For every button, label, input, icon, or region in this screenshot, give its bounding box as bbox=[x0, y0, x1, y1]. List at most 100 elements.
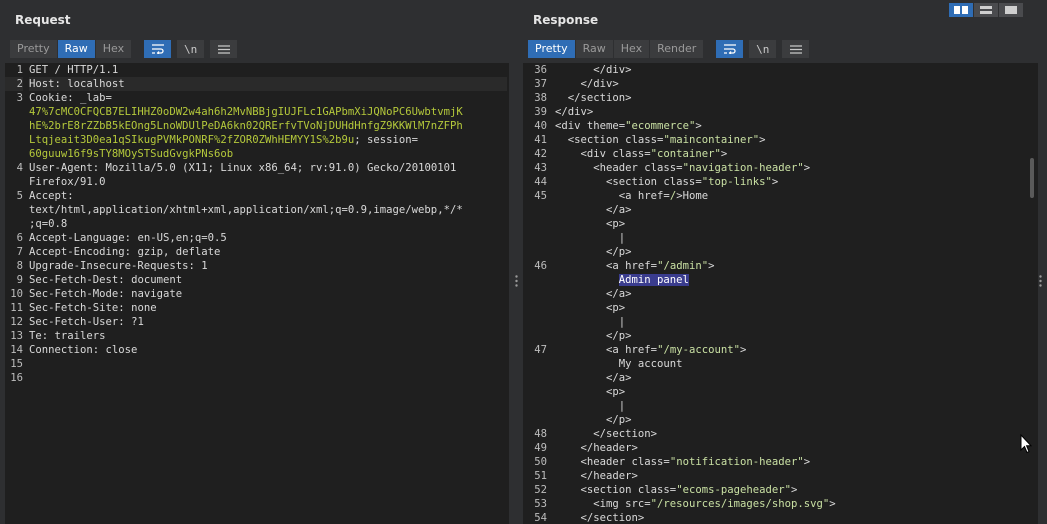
code-line[interactable]: </a> bbox=[555, 287, 1023, 301]
code-line[interactable]: <p> bbox=[555, 217, 1023, 231]
code-token: > bbox=[720, 148, 728, 160]
pane-divider[interactable] bbox=[509, 63, 523, 524]
code-token: "ecommerce" bbox=[625, 120, 696, 132]
response-tab-raw[interactable]: Raw bbox=[575, 40, 614, 58]
code-line[interactable]: <header class="notification-header"> bbox=[555, 455, 1023, 469]
code-line[interactable]: User-Agent: Mozilla/5.0 (X11; Linux x86_… bbox=[29, 161, 507, 175]
code-line[interactable]: </header> bbox=[555, 469, 1023, 483]
code-token: "notification-header" bbox=[669, 456, 804, 468]
code-line[interactable]: </div> bbox=[555, 63, 1023, 77]
line-number: 4 bbox=[16, 162, 23, 174]
code-line[interactable] bbox=[29, 357, 507, 371]
tabbed-layout-icon[interactable] bbox=[999, 3, 1023, 17]
request-tab-hex[interactable]: Hex bbox=[95, 40, 133, 58]
code-line[interactable]: | bbox=[555, 399, 1023, 413]
response-tab-render[interactable]: Render bbox=[650, 40, 705, 58]
drag-handle-icon[interactable] bbox=[515, 275, 518, 287]
code-line[interactable]: My account bbox=[555, 357, 1023, 371]
code-token: > bbox=[739, 344, 747, 356]
code-line[interactable]: </div> bbox=[555, 77, 1023, 91]
response-tab-hex[interactable]: Hex bbox=[613, 40, 651, 58]
code-token: </div> bbox=[555, 106, 594, 118]
code-line[interactable]: <div class="container"> bbox=[555, 147, 1023, 161]
code-line[interactable]: Te: trailers bbox=[29, 329, 507, 343]
code-line[interactable]: </p> bbox=[555, 245, 1023, 259]
line-number: 6 bbox=[16, 232, 23, 244]
code-line[interactable]: </p> bbox=[555, 329, 1023, 343]
code-line[interactable]: <a href="/my-account"> bbox=[555, 343, 1023, 357]
code-line[interactable]: | bbox=[555, 315, 1023, 329]
request-editor[interactable]: 1 2 3 4 5 6 7 8 9 10 11 12 13 14 15 16 GET / HTTP/1.1 Ho… bbox=[5, 63, 509, 524]
code-line[interactable]: <div theme="ecommerce"> bbox=[555, 119, 1023, 133]
code-line[interactable]: </header> bbox=[555, 441, 1023, 455]
code-line[interactable]: </section> bbox=[555, 427, 1023, 441]
menu-icon[interactable] bbox=[782, 40, 810, 58]
code-line[interactable]: | bbox=[555, 231, 1023, 245]
code-line[interactable]: Accept-Encoding: gzip, deflate bbox=[29, 245, 507, 259]
code-token: Sec-Fetch-User: bbox=[29, 316, 132, 328]
scrollbar-thumb[interactable] bbox=[1030, 158, 1034, 198]
wrap-lines-icon[interactable] bbox=[716, 40, 744, 58]
line-number: 36 bbox=[534, 64, 547, 76]
code-token: 60guuw16f9sTY8MOySTSudGvgkPNs6ob bbox=[29, 148, 234, 160]
code-line[interactable]: GET / HTTP/1.1 bbox=[29, 63, 507, 77]
drag-handle-icon[interactable] bbox=[1039, 275, 1042, 287]
code-line[interactable]: </a> bbox=[555, 203, 1023, 217]
code-line[interactable]: Ltqjeait3D0ea1qSIkugPVMkPONRF%2fZOR0ZWhH… bbox=[29, 133, 507, 147]
code-line[interactable]: Firefox/91.0 bbox=[29, 175, 507, 189]
code-line[interactable]: Sec-Fetch-User: ?1 bbox=[29, 315, 507, 329]
code-line[interactable]: 60guuw16f9sTY8MOySTSudGvgkPNs6ob bbox=[29, 147, 507, 161]
code-token: > bbox=[791, 484, 798, 496]
code-line[interactable]: <img src="/resources/images/shop.svg"> bbox=[555, 497, 1023, 511]
code-line[interactable]: <section class="maincontainer"> bbox=[555, 133, 1023, 147]
request-tab-raw[interactable]: Raw bbox=[57, 40, 96, 58]
code-line[interactable]: hE%2brE8rZZbB5kEOng5LnoWDUlPeDA6kn02QREr… bbox=[29, 119, 507, 133]
line-number bbox=[5, 119, 23, 133]
response-code[interactable]: </div> </div> </section> </div> <div theme… bbox=[555, 63, 1023, 524]
code-token: ; session= bbox=[354, 134, 419, 146]
response-tabbar: Pretty Raw Hex Render \n bbox=[528, 40, 810, 58]
code-token: Mozilla/5.0 (X11; Linux x86_64; rv:91.0)… bbox=[105, 162, 457, 174]
request-code[interactable]: GET / HTTP/1.1 Host: localhost Cookie: _la… bbox=[29, 63, 507, 385]
code-line[interactable]: Accept-Language: en-US,en;q=0.5 bbox=[29, 231, 507, 245]
code-line[interactable]: </p> bbox=[555, 413, 1023, 427]
code-line[interactable]: Admin panel bbox=[555, 273, 1023, 287]
code-line[interactable]: Upgrade-Insecure-Requests: 1 bbox=[29, 259, 507, 273]
code-line[interactable]: <section class="top-links"> bbox=[555, 175, 1023, 189]
code-token: | bbox=[555, 400, 626, 412]
code-line[interactable]: text/html,application/xhtml+xml,applicat… bbox=[29, 203, 507, 217]
code-line[interactable]: Host: localhost bbox=[29, 77, 507, 91]
code-line[interactable]: Sec-Fetch-Site: none bbox=[29, 301, 507, 315]
code-line[interactable]: Cookie: _lab= bbox=[29, 91, 507, 105]
response-tab-pretty[interactable]: Pretty bbox=[528, 40, 576, 58]
stacked-layout-icon[interactable] bbox=[974, 3, 998, 17]
code-line[interactable]: Sec-Fetch-Dest: document bbox=[29, 273, 507, 287]
code-line[interactable]: Sec-Fetch-Mode: navigate bbox=[29, 287, 507, 301]
code-line[interactable]: <a href=/>Home bbox=[555, 189, 1023, 203]
layout-toggle-group bbox=[949, 3, 1023, 17]
code-line[interactable]: </section> bbox=[555, 511, 1023, 524]
code-line[interactable]: </div> bbox=[555, 105, 1023, 119]
code-line[interactable]: <a href="/admin"> bbox=[555, 259, 1023, 273]
side-by-side-layout-icon[interactable] bbox=[949, 3, 973, 17]
wrap-lines-icon[interactable] bbox=[144, 40, 172, 58]
code-line[interactable]: </section> bbox=[555, 91, 1023, 105]
code-line[interactable]: <p> bbox=[555, 301, 1023, 315]
show-newlines-button[interactable]: \n bbox=[749, 40, 777, 58]
code-line[interactable]: <header class="navigation-header"> bbox=[555, 161, 1023, 175]
response-editor[interactable]: 36 37 38 39 40 41 42 43 44 45 46 47 48 49 50 51 52 53 54 <… bbox=[523, 63, 1026, 524]
line-number bbox=[523, 217, 547, 231]
code-line[interactable]: ;q=0.8 bbox=[29, 217, 507, 231]
code-token: </header> bbox=[555, 470, 638, 482]
line-number: 5 bbox=[16, 190, 23, 202]
code-line[interactable]: 47%7cMC0CFQCB7ELIHHZ0oDW2w4ah6h2MvNBBjgI… bbox=[29, 105, 507, 119]
menu-icon[interactable] bbox=[210, 40, 238, 58]
show-newlines-button[interactable]: \n bbox=[177, 40, 205, 58]
code-line[interactable]: Accept: bbox=[29, 189, 507, 203]
code-line[interactable]: <section class="ecoms-pageheader"> bbox=[555, 483, 1023, 497]
code-line[interactable] bbox=[29, 371, 507, 385]
code-line[interactable]: Connection: close bbox=[29, 343, 507, 357]
request-tab-pretty[interactable]: Pretty bbox=[10, 40, 58, 58]
code-line[interactable]: <p> bbox=[555, 385, 1023, 399]
code-line[interactable]: </a> bbox=[555, 371, 1023, 385]
